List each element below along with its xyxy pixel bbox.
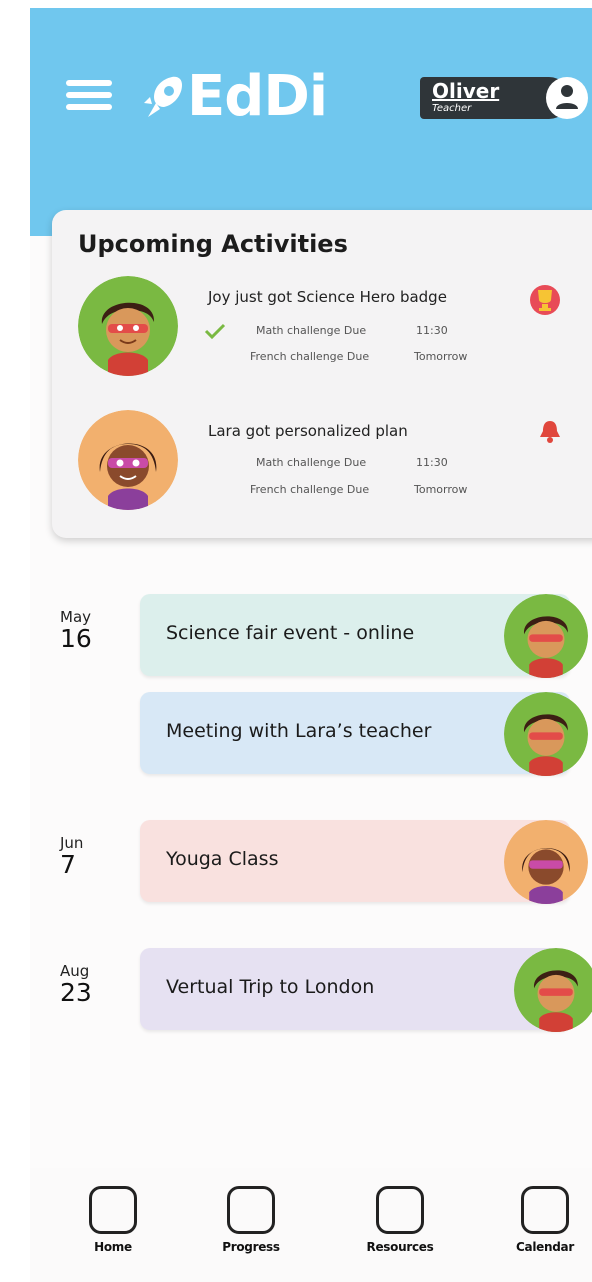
card-title: Upcoming Activities (78, 230, 348, 258)
nav-label: Home (94, 1240, 132, 1254)
orange-hero-avatar (78, 410, 178, 510)
activity-item-label: Math challenge Due (256, 324, 367, 337)
activity-headline: Lara got personalized plan (208, 422, 408, 440)
date-day: 7 (60, 850, 76, 879)
event-card[interactable]: Youga Class (140, 820, 588, 904)
activity-headline: Joy just got Science Hero badge (208, 288, 447, 306)
nav-label: Resources (366, 1240, 434, 1254)
user-role: Teacher (432, 103, 472, 114)
activity-item-time: 11:30 (416, 324, 448, 337)
checkmark-icon (204, 323, 226, 340)
bottom-nav: Home Progress Resources Calendar (30, 1168, 592, 1282)
resources-icon (376, 1186, 424, 1234)
header: EdDi Oliver Teacher (30, 8, 592, 236)
user-profile-chip[interactable]: Oliver Teacher (420, 77, 588, 119)
activity-item-label: French challenge Due (250, 483, 370, 496)
activity-item-time: 11:30 (416, 456, 448, 469)
home-icon (89, 1186, 137, 1234)
progress-icon (227, 1186, 275, 1234)
calendar-icon (521, 1186, 569, 1234)
event-card[interactable]: Vertual Trip to London (140, 948, 592, 1032)
nav-label: Calendar (516, 1240, 574, 1254)
nav-resources[interactable]: Resources (355, 1186, 445, 1254)
trophy-icon (530, 285, 560, 315)
activity-item-label: Math challenge Due (256, 456, 367, 469)
event-title: Youga Class (166, 848, 279, 870)
nav-calendar[interactable]: Calendar (500, 1186, 590, 1254)
green-hero-avatar (514, 948, 592, 1032)
activity-item-label: French challenge Due (250, 350, 370, 363)
green-hero-avatar (504, 594, 588, 678)
person-icon (556, 85, 578, 109)
activity-item-time: Tomorrow (414, 350, 468, 363)
upcoming-activities-card: Upcoming Activities Joy just got Science… (52, 210, 592, 538)
app-screen: EdDi Oliver Teacher Upcoming Activities (30, 8, 592, 1282)
app-logo: EdDi (187, 64, 328, 129)
green-hero-avatar (78, 276, 178, 376)
user-name: Oliver (432, 79, 500, 103)
date-label: Jun 7 (60, 834, 83, 878)
date-label: Aug 23 (60, 962, 92, 1006)
nav-progress[interactable]: Progress (206, 1186, 296, 1254)
date-label: May 16 (60, 608, 92, 652)
bell-icon (540, 421, 560, 443)
nav-label: Progress (222, 1240, 280, 1254)
date-day: 16 (60, 624, 92, 653)
hamburger-menu-icon[interactable] (66, 76, 112, 116)
date-day: 23 (60, 978, 92, 1007)
event-card[interactable]: Meeting with Lara’s teacher (140, 692, 588, 776)
logo-rocket-icon (144, 76, 182, 117)
orange-hero-avatar (504, 820, 588, 904)
event-card[interactable]: Science fair event - online (140, 594, 588, 678)
event-title: Science fair event - online (166, 622, 415, 644)
nav-home[interactable]: Home (68, 1186, 158, 1254)
event-title: Meeting with Lara’s teacher (166, 720, 432, 742)
activity-item-time: Tomorrow (414, 483, 468, 496)
user-avatar[interactable] (546, 77, 588, 119)
green-hero-avatar (504, 692, 588, 776)
event-title: Vertual Trip to London (166, 976, 375, 998)
